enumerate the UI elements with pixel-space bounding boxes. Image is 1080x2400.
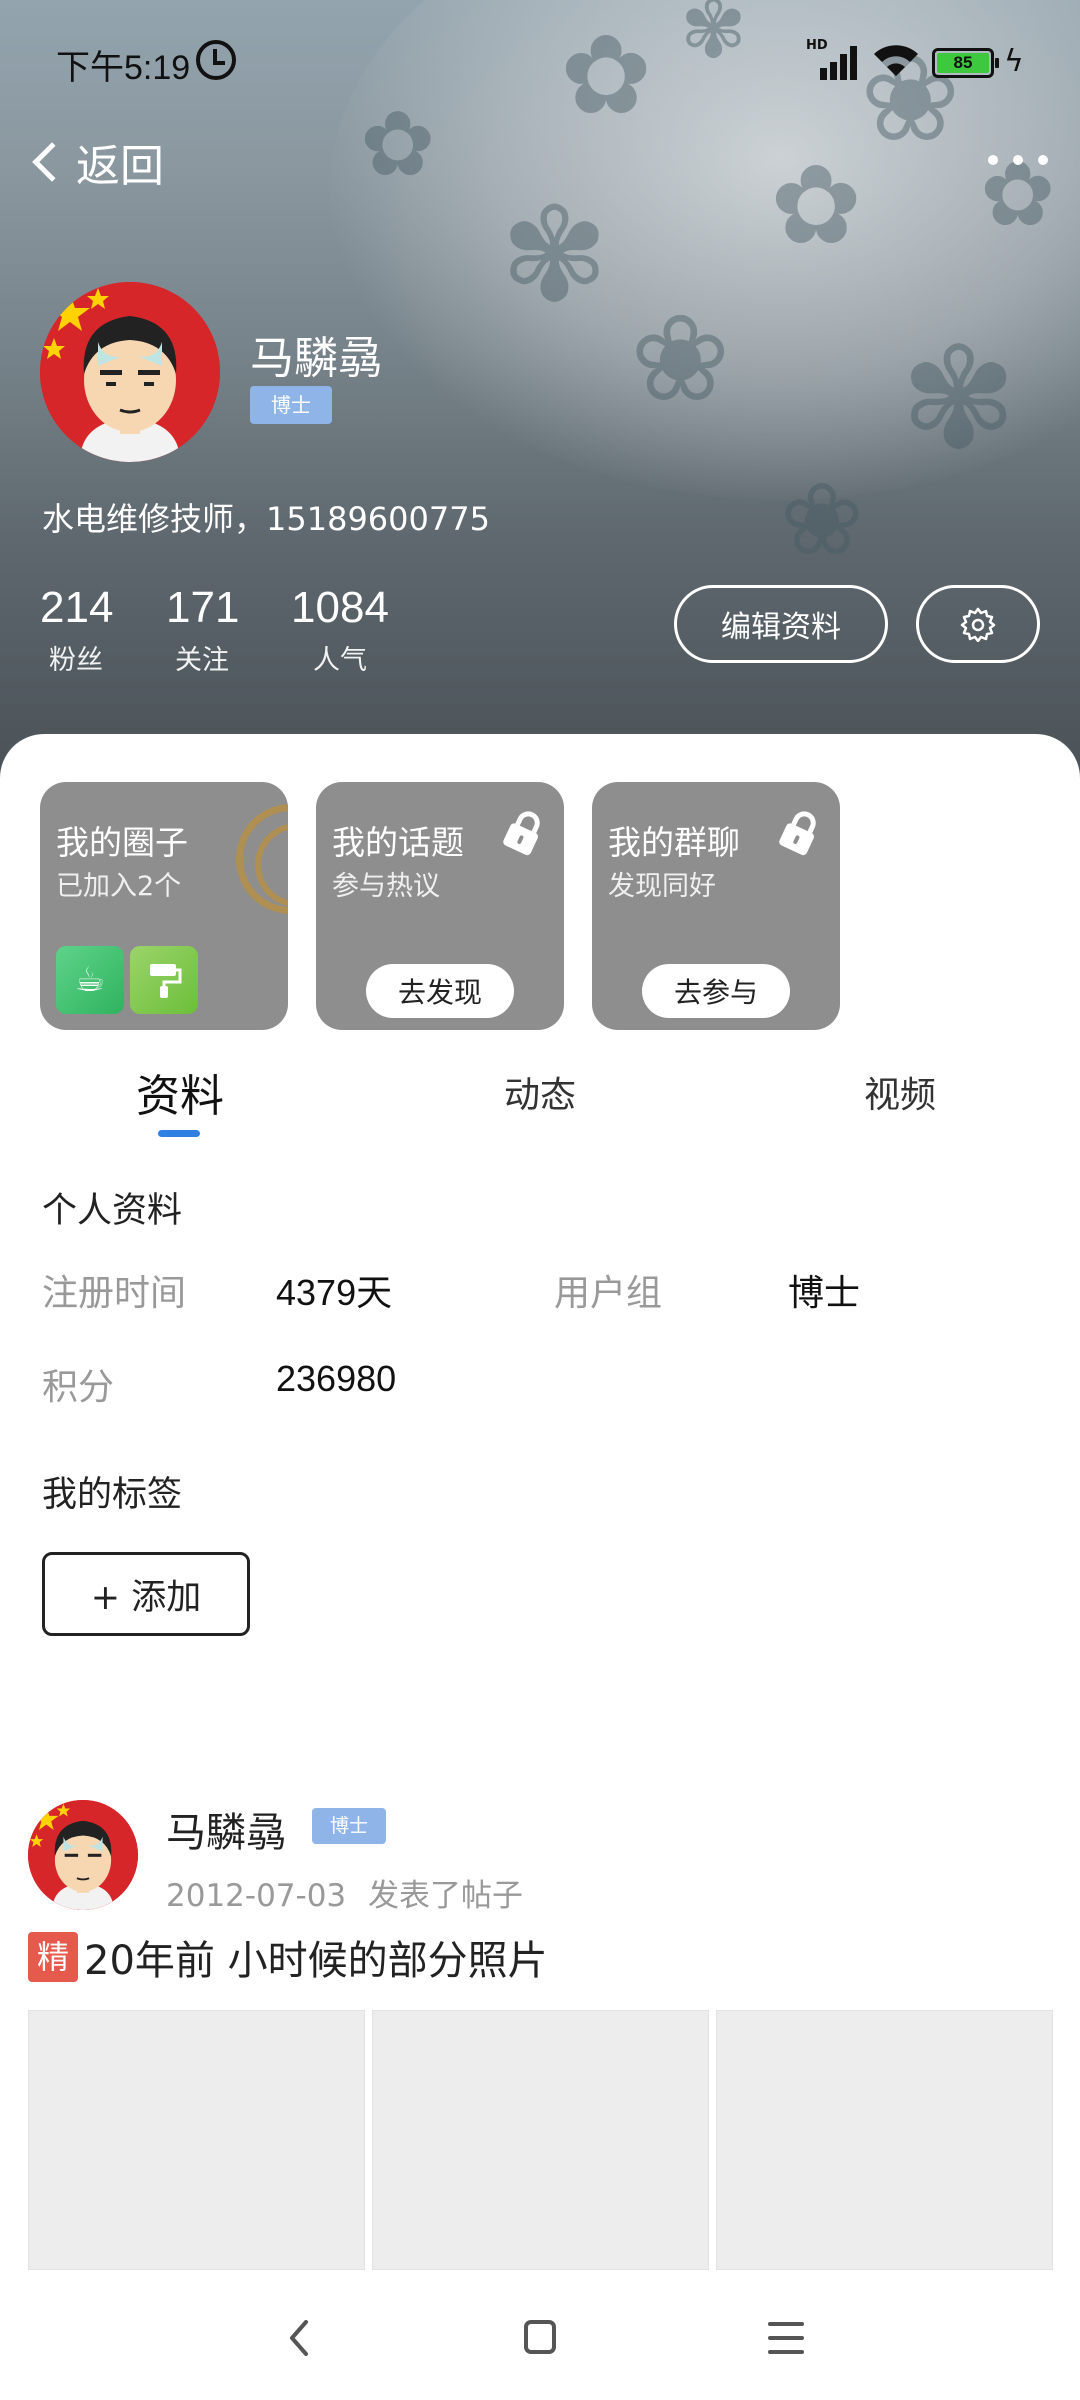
- battery-icon: 85: [932, 48, 999, 78]
- stat-label: 关注: [175, 645, 229, 676]
- join-button[interactable]: 去参与: [642, 964, 790, 1018]
- profile-tabs: 资料 动态 视频: [0, 1050, 1080, 1140]
- circle-coffee-icon[interactable]: ☕: [56, 946, 124, 1014]
- profile-page: ✿ ✾ ❀ ✿ ✾ ✿ ❀ ✾ ✿ ❀ 下午5:19 HD 85 ϟ 返回 马驎…: [0, 0, 1080, 2400]
- field-label-user-group: 用户组: [554, 1273, 663, 1314]
- stat-value: 171: [166, 583, 240, 632]
- nav-home-icon[interactable]: [510, 2312, 570, 2364]
- post-title[interactable]: 精 20年前 小时候的部分照片: [28, 1930, 548, 1984]
- card-title: 我的群聊: [608, 823, 740, 862]
- edit-profile-button[interactable]: 编辑资料: [674, 585, 888, 663]
- battery-level: 85: [937, 53, 989, 73]
- post-meta: 2012-07-03 发表了帖子: [166, 1870, 523, 1915]
- card-title: 我的话题: [332, 823, 464, 862]
- rank-badge: 博士: [250, 386, 332, 424]
- card-title: 我的圈子: [56, 823, 188, 862]
- gear-icon: [960, 607, 996, 642]
- tab-profile[interactable]: 资料: [120, 1060, 240, 1124]
- cover-flower-icon: ✾: [900, 318, 1018, 481]
- tab-activity[interactable]: 动态: [480, 1066, 600, 1118]
- stat-label: 人气: [313, 645, 367, 676]
- field-label-register-time: 注册时间: [42, 1273, 187, 1314]
- back-button[interactable]: 返回: [24, 130, 164, 194]
- field-value-register-time: 4379天: [276, 1272, 393, 1313]
- featured-badge: 精: [28, 1932, 78, 1982]
- circle-decoration-icon: [236, 804, 288, 914]
- post-action: 发表了帖子: [368, 1878, 524, 1914]
- stat-followers[interactable]: 214 粉丝: [40, 583, 114, 677]
- stat-value: 1084: [291, 583, 389, 632]
- network-type-label: HD: [806, 38, 828, 53]
- settings-button[interactable]: [916, 585, 1040, 663]
- back-label: 返回: [76, 141, 164, 192]
- stat-label: 粉丝: [49, 645, 103, 676]
- profile-cover: ✿ ✾ ❀ ✿ ✾ ✿ ❀ ✾ ✿ ❀ 下午5:19 HD 85 ϟ 返回 马驎…: [0, 0, 1080, 780]
- avatar[interactable]: [40, 282, 220, 462]
- field-value-points: 236980: [276, 1358, 397, 1399]
- card-my-topics[interactable]: 我的话题 参与热议 去发现: [316, 782, 564, 1030]
- charging-icon: ϟ: [1004, 44, 1024, 79]
- profile-name: 马驎骉: [250, 333, 382, 384]
- section-title-personal-info: 个人资料: [42, 1191, 183, 1231]
- stat-following[interactable]: 171 关注: [166, 583, 240, 677]
- post-author-avatar[interactable]: [28, 1800, 138, 1910]
- post-date: 2012-07-03: [166, 1878, 347, 1914]
- stat-value: 214: [40, 583, 114, 632]
- signal-icon: HD: [806, 38, 862, 80]
- stat-popularity[interactable]: 1084 人气: [288, 584, 392, 677]
- lock-icon: [779, 811, 816, 856]
- more-dots-icon[interactable]: [988, 148, 1048, 172]
- system-navigation-bar: [0, 2270, 1080, 2400]
- card-my-circles[interactable]: 我的圈子 已加入2个 ☕: [40, 782, 288, 1030]
- cover-flower-icon: ✾: [500, 179, 609, 331]
- section-title-my-tags: 我的标签: [42, 1475, 183, 1515]
- card-subtitle: 参与热议: [332, 871, 440, 902]
- card-subtitle: 发现同好: [608, 871, 716, 902]
- post-image-thumbnail[interactable]: [372, 2010, 709, 2270]
- nav-menu-icon[interactable]: [756, 2312, 816, 2364]
- cover-flower-icon: ❀: [630, 290, 731, 429]
- post-author-badge: 博士: [312, 1808, 386, 1844]
- status-bar: 下午5:19 HD 85 ϟ: [0, 0, 1080, 126]
- active-tab-indicator: [158, 1130, 200, 1137]
- chevron-left-icon: [32, 142, 72, 182]
- status-time: 下午5:19: [56, 49, 191, 87]
- nav-back-icon[interactable]: [270, 2312, 330, 2364]
- wifi-icon: [874, 45, 918, 76]
- post-image-thumbnail[interactable]: [716, 2010, 1053, 2270]
- avatar-portrait-icon: [40, 282, 220, 462]
- profile-bio: 水电维修技师，15189600775: [42, 500, 490, 538]
- card-subtitle: 已加入2个: [56, 871, 182, 902]
- field-value-user-group: 博士: [788, 1272, 861, 1313]
- cover-flower-icon: ❀: [780, 461, 864, 578]
- post-author-name[interactable]: 马驎骉: [166, 1800, 286, 1858]
- post-title-text: 20年前 小时候的部分照片: [84, 1938, 548, 1984]
- circle-paint-roller-icon[interactable]: [130, 946, 198, 1014]
- discover-button[interactable]: 去发现: [366, 964, 514, 1018]
- card-my-groups[interactable]: 我的群聊 发现同好 去参与: [592, 782, 840, 1030]
- lock-icon: [503, 811, 540, 856]
- avatar-portrait-icon: [28, 1800, 138, 1910]
- tab-video[interactable]: 视频: [840, 1066, 960, 1118]
- field-label-points: 积分: [42, 1367, 115, 1408]
- add-tag-button[interactable]: + 添加: [42, 1552, 250, 1636]
- post-image-thumbnail[interactable]: [28, 2010, 365, 2270]
- alarm-icon: [196, 40, 236, 80]
- cover-flower-icon: ✿: [770, 141, 863, 269]
